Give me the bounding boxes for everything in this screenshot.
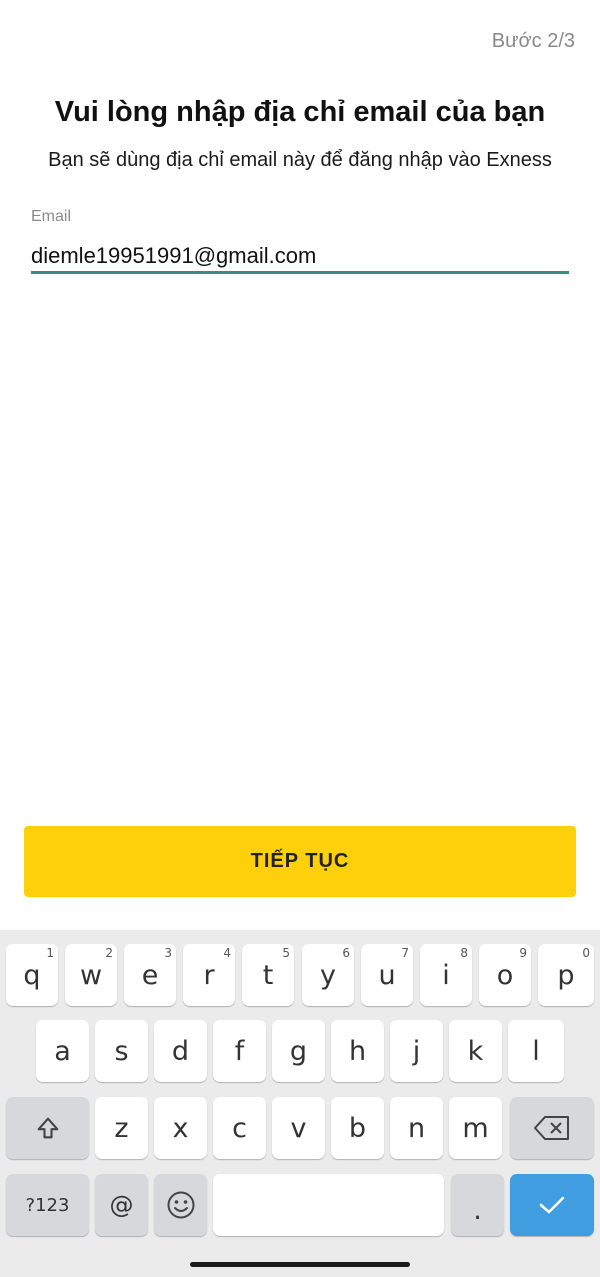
key-h[interactable]: h bbox=[331, 1020, 384, 1082]
key-e[interactable]: e3 bbox=[124, 944, 176, 1006]
shift-arrow-icon bbox=[37, 1117, 58, 1139]
email-label: Email bbox=[31, 208, 72, 225]
key-a[interactable]: a bbox=[36, 1020, 89, 1082]
emoji-key[interactable] bbox=[154, 1174, 207, 1236]
key-k[interactable]: k bbox=[449, 1020, 502, 1082]
email-field[interactable] bbox=[31, 240, 569, 274]
key-l[interactable]: l bbox=[508, 1020, 564, 1082]
signup-email-screen: Bước 2/3 Vui lòng nhập địa chỉ email của… bbox=[0, 0, 600, 1277]
key-u[interactable]: u7 bbox=[361, 944, 413, 1006]
page-title: Vui lòng nhập địa chỉ email của bạn bbox=[54, 96, 546, 128]
page-subtitle: Bạn sẽ dùng địa chỉ email này để đăng nh… bbox=[48, 149, 552, 171]
key-f[interactable]: f bbox=[213, 1020, 266, 1082]
key-o[interactable]: o9 bbox=[479, 944, 531, 1006]
emoji-icon bbox=[167, 1191, 194, 1219]
key-d[interactable]: d bbox=[154, 1020, 207, 1082]
key-b[interactable]: b bbox=[331, 1097, 384, 1159]
key-p[interactable]: p0 bbox=[538, 944, 594, 1006]
backspace-icon bbox=[534, 1116, 569, 1140]
key-m[interactable]: m bbox=[449, 1097, 502, 1159]
done-key[interactable] bbox=[510, 1174, 594, 1236]
key-i[interactable]: i8 bbox=[420, 944, 472, 1006]
key-q[interactable]: q1 bbox=[6, 944, 58, 1006]
shift-key[interactable] bbox=[6, 1097, 89, 1159]
key-c[interactable]: c bbox=[213, 1097, 266, 1159]
key-t[interactable]: t5 bbox=[242, 944, 294, 1006]
period-key[interactable]: . bbox=[451, 1174, 504, 1236]
home-indicator[interactable] bbox=[190, 1262, 410, 1267]
symbols-key[interactable]: ?123 bbox=[6, 1174, 89, 1236]
key-w[interactable]: w2 bbox=[65, 944, 117, 1006]
key-x[interactable]: x bbox=[154, 1097, 207, 1159]
checkmark-icon bbox=[539, 1196, 565, 1214]
space-key[interactable] bbox=[213, 1174, 444, 1236]
key-g[interactable]: g bbox=[272, 1020, 325, 1082]
key-n[interactable]: n bbox=[390, 1097, 443, 1159]
continue-button-label: TIẾP TỤC bbox=[250, 850, 350, 872]
key-z[interactable]: z bbox=[95, 1097, 148, 1159]
step-indicator: Bước 2/3 bbox=[491, 30, 575, 52]
backspace-key[interactable] bbox=[510, 1097, 594, 1159]
continue-button[interactable]: TIẾP TỤC bbox=[24, 826, 576, 897]
key-r[interactable]: r4 bbox=[183, 944, 235, 1006]
key-v[interactable]: v bbox=[272, 1097, 325, 1159]
at-key[interactable]: @ bbox=[95, 1174, 148, 1236]
key-y[interactable]: y6 bbox=[302, 944, 354, 1006]
virtual-keyboard: q1 w2 e3 r4 t5 y6 u7 i8 o9 p0 a s d f g … bbox=[0, 930, 600, 1277]
key-s[interactable]: s bbox=[95, 1020, 148, 1082]
key-j[interactable]: j bbox=[390, 1020, 443, 1082]
